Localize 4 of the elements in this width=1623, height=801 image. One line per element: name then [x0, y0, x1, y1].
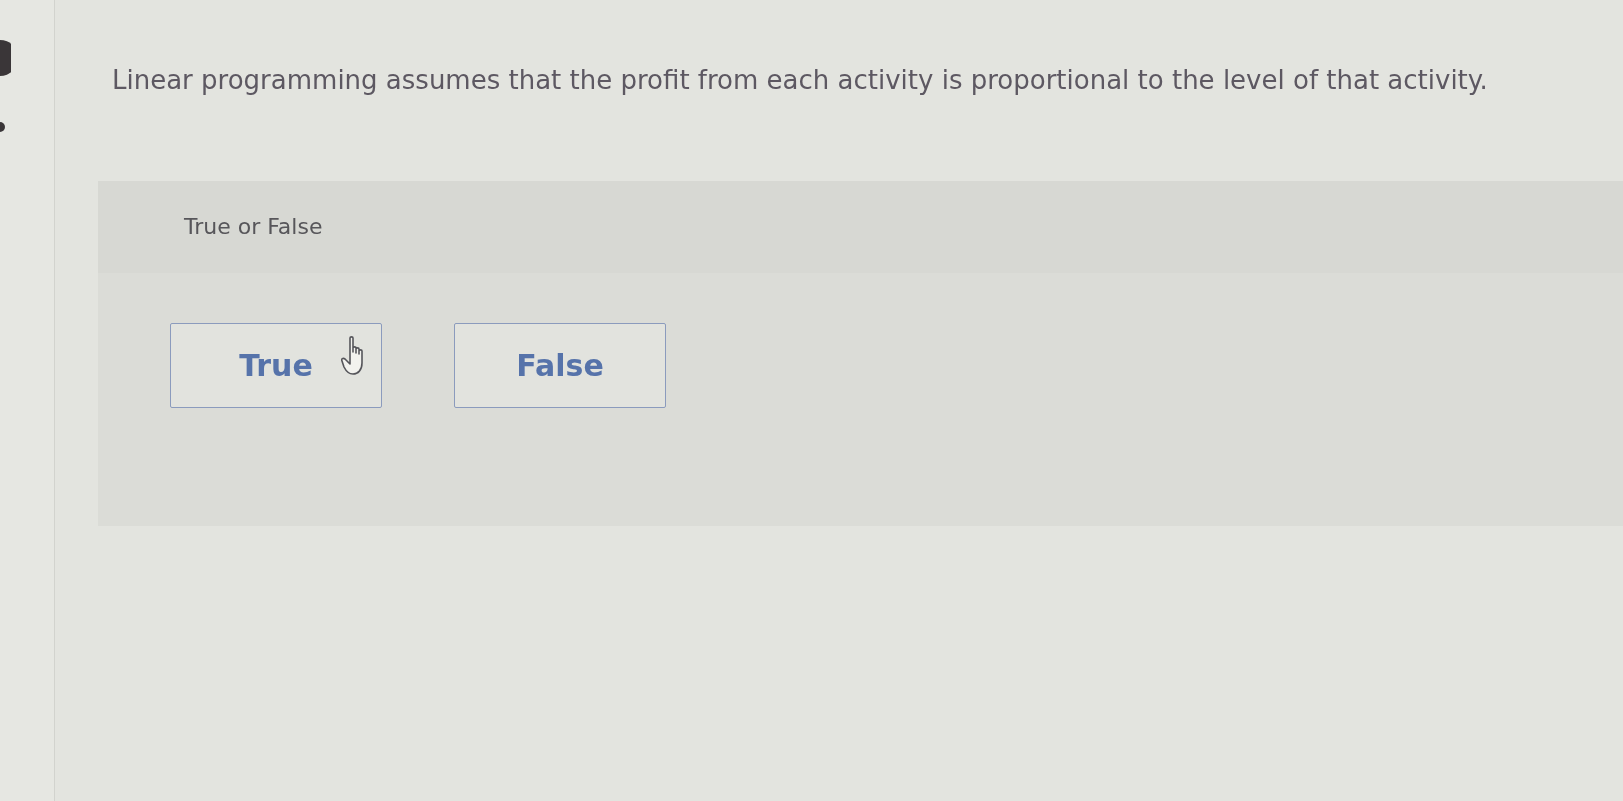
answer-option[interactable]: False	[454, 323, 666, 408]
question-text: Linear programming assumes that the profit from each activity is proportional to the level of that activity.	[112, 64, 1489, 97]
answer-option[interactable]: True	[170, 323, 382, 408]
prompt-label: True or False	[184, 214, 323, 239]
